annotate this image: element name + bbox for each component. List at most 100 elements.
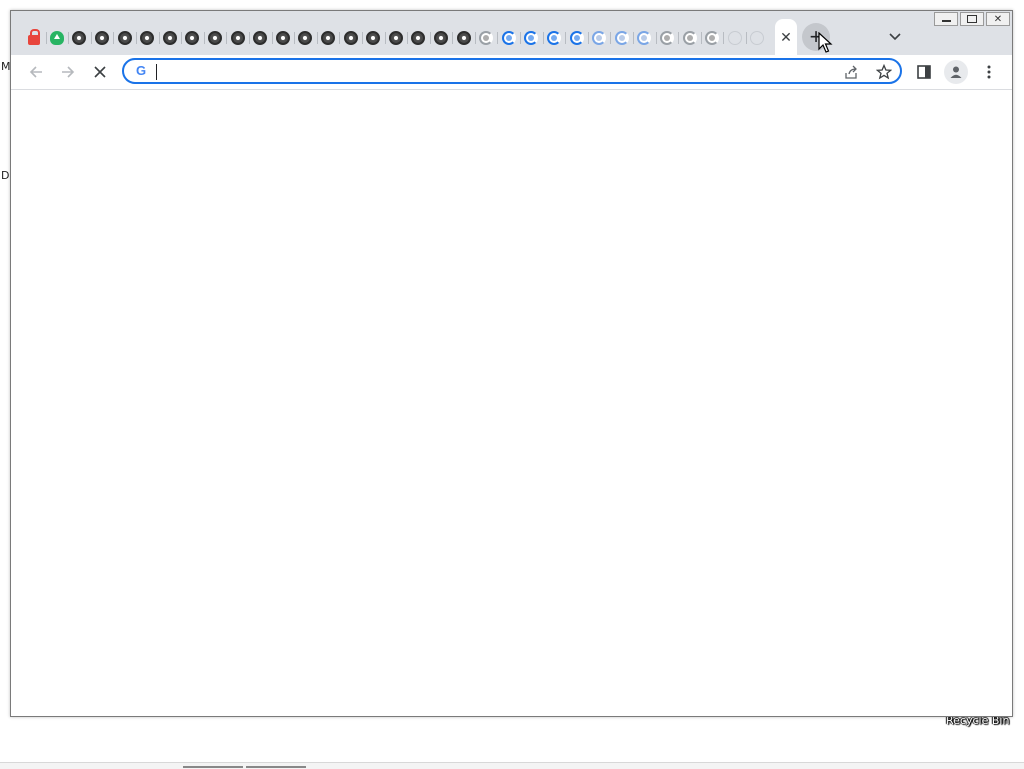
tab[interactable]	[497, 25, 520, 51]
chrome-icon	[253, 31, 268, 45]
close-window-button[interactable]: ✕	[986, 12, 1010, 26]
tab[interactable]	[565, 25, 588, 51]
tab-search-button[interactable]	[885, 27, 905, 47]
tab[interactable]	[271, 25, 295, 51]
tab[interactable]	[339, 25, 362, 51]
active-tab[interactable]: ✕	[775, 19, 797, 55]
stop-button[interactable]	[88, 60, 112, 84]
close-tab-icon[interactable]: ✕	[780, 29, 792, 46]
loading-spinner-icon	[637, 31, 652, 45]
tab[interactable]	[429, 25, 453, 51]
loading-spinner-icon	[524, 31, 539, 45]
chrome-icon	[321, 31, 336, 45]
kebab-menu-icon	[987, 65, 991, 79]
tab[interactable]	[135, 25, 159, 51]
browser-window: ✕ ✕ + G	[10, 10, 1013, 717]
minimize-button[interactable]	[934, 12, 958, 26]
window-controls: ✕	[932, 12, 1010, 26]
share-icon	[845, 65, 857, 79]
menu-button[interactable]	[977, 60, 1001, 84]
loading-spinner-icon	[705, 31, 720, 45]
forward-arrow-icon	[62, 66, 75, 78]
chrome-icon	[298, 31, 313, 45]
chrome-icon	[162, 31, 177, 45]
page-content[interactable]	[11, 90, 1012, 716]
address-bar[interactable]: G	[122, 58, 902, 84]
chrome-icon	[72, 31, 87, 45]
chrome-icon	[388, 31, 403, 45]
chrome-icon	[343, 31, 358, 45]
profile-avatar-icon	[950, 66, 962, 78]
tab[interactable]	[587, 25, 611, 51]
minimize-icon	[941, 20, 951, 22]
tab[interactable]	[90, 25, 114, 51]
tab[interactable]	[610, 25, 633, 51]
desktop-icon-label[interactable]: D	[1, 169, 9, 182]
tab[interactable]	[633, 25, 656, 51]
tab[interactable]	[294, 25, 317, 51]
chrome-icon	[433, 31, 448, 45]
tab[interactable]	[226, 25, 249, 51]
tab[interactable]	[203, 25, 227, 51]
title-bar: ✕ ✕ +	[11, 11, 1012, 55]
restore-icon	[967, 15, 977, 23]
loading-spinner-icon	[682, 31, 697, 45]
address-input[interactable]	[154, 62, 834, 80]
tab[interactable]	[45, 25, 69, 51]
tab[interactable]	[723, 25, 746, 51]
restore-button[interactable]	[960, 12, 984, 26]
chevron-down-icon	[889, 33, 901, 41]
tab[interactable]	[23, 25, 46, 51]
tab[interactable]	[158, 25, 182, 51]
chrome-icon	[95, 31, 110, 45]
chrome-icon	[411, 31, 426, 45]
stop-loading-icon	[94, 66, 106, 78]
chrome-icon	[275, 31, 290, 45]
tab[interactable]	[655, 25, 679, 51]
loading-spinner-icon	[501, 31, 516, 45]
share-button[interactable]	[842, 62, 862, 82]
forward-button[interactable]	[56, 60, 80, 84]
toolbar: G	[11, 55, 1012, 90]
tab[interactable]	[474, 25, 498, 51]
tab[interactable]	[316, 25, 340, 51]
bookmark-button[interactable]	[874, 62, 894, 82]
chrome-icon	[117, 31, 132, 45]
loading-spinner-icon	[592, 31, 607, 45]
chrome-icon	[208, 31, 223, 45]
chrome-icon	[140, 31, 155, 45]
side-panel-icon	[917, 65, 931, 79]
back-arrow-icon	[29, 66, 42, 78]
chrome-icon	[185, 31, 200, 45]
cloud-upload-icon	[49, 31, 64, 45]
tab[interactable]	[248, 25, 272, 51]
tab[interactable]	[407, 25, 430, 51]
tab[interactable]	[746, 25, 769, 51]
blank-tab-icon	[727, 31, 742, 45]
loading-spinner-icon	[479, 31, 494, 45]
chrome-icon	[366, 31, 381, 45]
loading-spinner-icon	[546, 31, 561, 45]
profile-button[interactable]	[944, 60, 968, 84]
back-button[interactable]	[24, 60, 48, 84]
tab[interactable]	[181, 25, 204, 51]
tab[interactable]	[68, 25, 91, 51]
tab[interactable]	[361, 25, 385, 51]
loading-spinner-icon	[659, 31, 674, 45]
tab[interactable]	[700, 25, 724, 51]
chrome-icon	[456, 31, 471, 45]
side-panel-button[interactable]	[912, 60, 936, 84]
mouse-cursor-icon	[818, 32, 833, 53]
loading-spinner-icon	[569, 31, 584, 45]
loading-spinner-icon	[614, 31, 629, 45]
close-icon: ✕	[993, 13, 1003, 25]
tab[interactable]	[384, 25, 408, 51]
tab[interactable]	[452, 25, 475, 51]
tab[interactable]	[113, 25, 136, 51]
tab[interactable]	[542, 25, 566, 51]
tab[interactable]	[520, 25, 543, 51]
lock-icon	[28, 29, 41, 45]
blank-tab-icon	[750, 31, 765, 45]
tab[interactable]	[678, 25, 701, 51]
star-icon	[876, 64, 892, 80]
